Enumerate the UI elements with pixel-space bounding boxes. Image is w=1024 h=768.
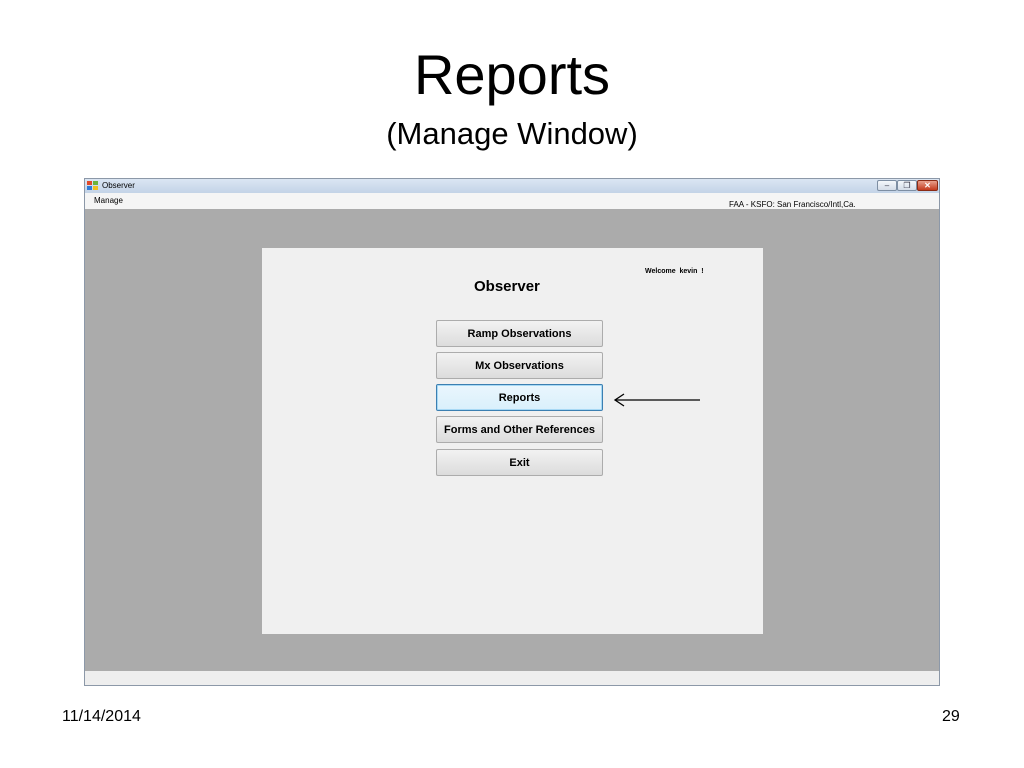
forms-references-button[interactable]: Forms and Other References bbox=[436, 416, 603, 443]
minimize-button[interactable]: – bbox=[877, 180, 897, 191]
welcome-label: Welcome kevin ! bbox=[645, 268, 704, 275]
slide-title: Reports bbox=[413, 43, 611, 106]
restore-icon: ❐ bbox=[903, 181, 911, 190]
exit-button[interactable]: Exit bbox=[436, 449, 603, 476]
minimize-icon: – bbox=[884, 181, 890, 190]
app-window: Observer – ❐ ✕ Manage FAA - KSFO: San Fr… bbox=[84, 178, 940, 686]
mx-observations-button[interactable]: Mx Observations bbox=[436, 352, 603, 379]
mdi-workspace: Welcome kevin ! Observer Ramp Observatio… bbox=[85, 209, 939, 671]
observer-form: Welcome kevin ! Observer Ramp Observatio… bbox=[262, 248, 763, 634]
window-titlebar[interactable]: Observer – ❐ ✕ bbox=[85, 179, 939, 193]
slide-subtitle: (Manage Window) bbox=[386, 116, 638, 151]
status-strip bbox=[85, 671, 939, 685]
ramp-observations-button[interactable]: Ramp Observations bbox=[436, 320, 603, 347]
close-button[interactable]: ✕ bbox=[917, 180, 938, 191]
close-icon: ✕ bbox=[924, 181, 931, 190]
menu-item-manage[interactable]: Manage bbox=[94, 194, 123, 208]
window-title: Observer bbox=[102, 181, 135, 190]
form-heading: Observer bbox=[474, 278, 540, 295]
reports-button[interactable]: Reports bbox=[436, 384, 603, 411]
menubar: Manage FAA - KSFO: San Francisco/Intl,Ca… bbox=[85, 193, 939, 209]
restore-button[interactable]: ❐ bbox=[897, 180, 917, 191]
slide-page-number: 29 bbox=[942, 708, 960, 725]
app-icon bbox=[87, 181, 98, 191]
slide-date: 11/14/2014 bbox=[62, 708, 141, 725]
left-arrow-icon bbox=[613, 393, 700, 407]
